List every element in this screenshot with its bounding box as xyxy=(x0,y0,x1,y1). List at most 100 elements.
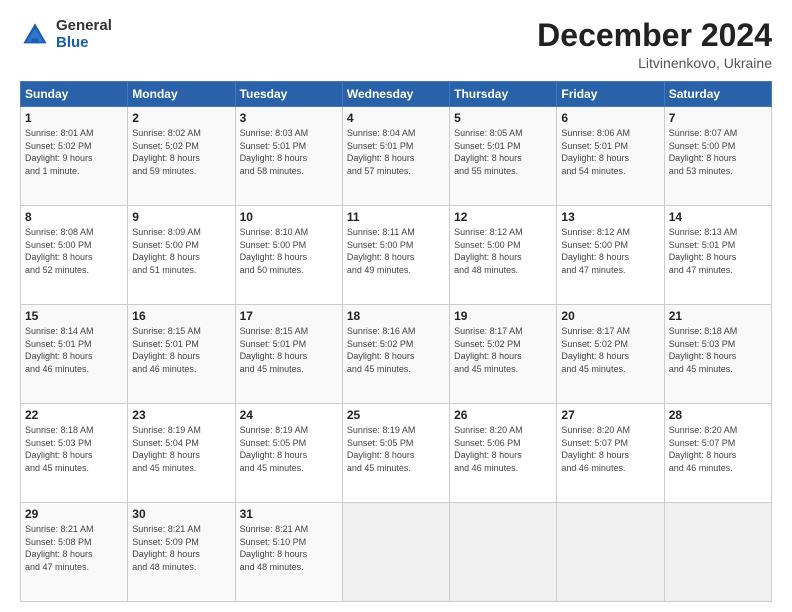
table-row: 19 Sunrise: 8:17 AM Sunset: 5:02 PM Dayli… xyxy=(450,305,557,404)
calendar-table: Sunday Monday Tuesday Wednesday Thursday… xyxy=(20,81,772,602)
day-info: Sunrise: 8:21 AM Sunset: 5:10 PM Dayligh… xyxy=(240,523,338,573)
table-row: 26 Sunrise: 8:20 AM Sunset: 5:06 PM Dayli… xyxy=(450,404,557,503)
table-row: 11Sunrise: 8:11 AM Sunset: 5:00 PM Dayli… xyxy=(342,206,449,305)
day-number: 24 xyxy=(240,408,338,422)
day-number: 10 xyxy=(240,210,338,224)
day-number: 25 xyxy=(347,408,445,422)
day-number: 23 xyxy=(132,408,230,422)
day-info: Sunrise: 8:16 AM Sunset: 5:02 PM Dayligh… xyxy=(347,325,445,375)
day-info: Sunrise: 8:08 AM Sunset: 5:00 PM Dayligh… xyxy=(25,226,123,276)
table-row: 8 Sunrise: 8:08 AM Sunset: 5:00 PM Daylig… xyxy=(21,206,128,305)
day-info: Sunrise: 8:19 AM Sunset: 5:05 PM Dayligh… xyxy=(240,424,338,474)
day-number: 12 xyxy=(454,210,552,224)
day-number: 14 xyxy=(669,210,767,224)
calendar-week-row: 15 Sunrise: 8:14 AM Sunset: 5:01 PM Dayli… xyxy=(21,305,772,404)
day-number: 9 xyxy=(132,210,230,224)
day-info: Sunrise: 8:11 AM Sunset: 5:00 PM Dayligh… xyxy=(347,226,445,276)
calendar-week-row: 8 Sunrise: 8:08 AM Sunset: 5:00 PM Daylig… xyxy=(21,206,772,305)
day-info: Sunrise: 8:14 AM Sunset: 5:01 PM Dayligh… xyxy=(25,325,123,375)
table-row: 14 Sunrise: 8:13 AM Sunset: 5:01 PM Dayli… xyxy=(664,206,771,305)
day-number: 5 xyxy=(454,111,552,125)
header: General Blue December 2024 Litvinenkovo,… xyxy=(20,18,772,71)
day-info: Sunrise: 8:13 AM Sunset: 5:01 PM Dayligh… xyxy=(669,226,767,276)
day-info: Sunrise: 8:02 AM Sunset: 5:02 PM Dayligh… xyxy=(132,127,230,177)
day-number: 30 xyxy=(132,507,230,521)
logo-text: General Blue xyxy=(56,18,112,51)
day-info: Sunrise: 8:01 AM Sunset: 5:02 PM Dayligh… xyxy=(25,127,123,177)
day-number: 3 xyxy=(240,111,338,125)
logo-blue-label: Blue xyxy=(56,35,112,52)
day-info: Sunrise: 8:07 AM Sunset: 5:00 PM Dayligh… xyxy=(669,127,767,177)
day-number: 28 xyxy=(669,408,767,422)
day-info: Sunrise: 8:20 AM Sunset: 5:06 PM Dayligh… xyxy=(454,424,552,474)
table-row: 1 Sunrise: 8:01 AM Sunset: 5:02 PM Daylig… xyxy=(21,107,128,206)
day-number: 26 xyxy=(454,408,552,422)
table-row: 12 Sunrise: 8:12 AM Sunset: 5:00 PM Dayli… xyxy=(450,206,557,305)
table-row: 15 Sunrise: 8:14 AM Sunset: 5:01 PM Dayli… xyxy=(21,305,128,404)
day-number: 20 xyxy=(561,309,659,323)
table-row: 7Sunrise: 8:07 AM Sunset: 5:00 PM Daylig… xyxy=(664,107,771,206)
day-info: Sunrise: 8:18 AM Sunset: 5:03 PM Dayligh… xyxy=(669,325,767,375)
table-row: 5 Sunrise: 8:05 AM Sunset: 5:01 PM Daylig… xyxy=(450,107,557,206)
header-tuesday: Tuesday xyxy=(235,82,342,107)
table-row xyxy=(664,503,771,602)
day-number: 21 xyxy=(669,309,767,323)
day-info: Sunrise: 8:17 AM Sunset: 5:02 PM Dayligh… xyxy=(561,325,659,375)
day-number: 31 xyxy=(240,507,338,521)
day-info: Sunrise: 8:20 AM Sunset: 5:07 PM Dayligh… xyxy=(561,424,659,474)
header-saturday: Saturday xyxy=(664,82,771,107)
day-number: 19 xyxy=(454,309,552,323)
table-row xyxy=(557,503,664,602)
day-number: 16 xyxy=(132,309,230,323)
calendar-week-row: 22Sunrise: 8:18 AM Sunset: 5:03 PM Dayli… xyxy=(21,404,772,503)
day-number: 8 xyxy=(25,210,123,224)
location-title: Litvinenkovo, Ukraine xyxy=(537,55,772,71)
table-row xyxy=(342,503,449,602)
table-row: 6Sunrise: 8:06 AM Sunset: 5:01 PM Daylig… xyxy=(557,107,664,206)
day-info: Sunrise: 8:04 AM Sunset: 5:01 PM Dayligh… xyxy=(347,127,445,177)
day-number: 17 xyxy=(240,309,338,323)
day-info: Sunrise: 8:12 AM Sunset: 5:00 PM Dayligh… xyxy=(561,226,659,276)
day-info: Sunrise: 8:10 AM Sunset: 5:00 PM Dayligh… xyxy=(240,226,338,276)
day-info: Sunrise: 8:03 AM Sunset: 5:01 PM Dayligh… xyxy=(240,127,338,177)
calendar-page: General Blue December 2024 Litvinenkovo,… xyxy=(0,0,792,612)
table-row: 21 Sunrise: 8:18 AM Sunset: 5:03 PM Dayli… xyxy=(664,305,771,404)
weekday-header-row: Sunday Monday Tuesday Wednesday Thursday… xyxy=(21,82,772,107)
table-row: 3 Sunrise: 8:03 AM Sunset: 5:01 PM Daylig… xyxy=(235,107,342,206)
table-row: 4Sunrise: 8:04 AM Sunset: 5:01 PM Daylig… xyxy=(342,107,449,206)
day-info: Sunrise: 8:15 AM Sunset: 5:01 PM Dayligh… xyxy=(240,325,338,375)
table-row: 25Sunrise: 8:19 AM Sunset: 5:05 PM Dayli… xyxy=(342,404,449,503)
day-info: Sunrise: 8:15 AM Sunset: 5:01 PM Dayligh… xyxy=(132,325,230,375)
day-info: Sunrise: 8:05 AM Sunset: 5:01 PM Dayligh… xyxy=(454,127,552,177)
header-sunday: Sunday xyxy=(21,82,128,107)
table-row: 30 Sunrise: 8:21 AM Sunset: 5:09 PM Dayli… xyxy=(128,503,235,602)
header-monday: Monday xyxy=(128,82,235,107)
logo: General Blue xyxy=(20,18,112,51)
table-row: 18 Sunrise: 8:16 AM Sunset: 5:02 PM Dayli… xyxy=(342,305,449,404)
table-row: 16 Sunrise: 8:15 AM Sunset: 5:01 PM Dayli… xyxy=(128,305,235,404)
day-info: Sunrise: 8:06 AM Sunset: 5:01 PM Dayligh… xyxy=(561,127,659,177)
day-number: 15 xyxy=(25,309,123,323)
table-row: 13 Sunrise: 8:12 AM Sunset: 5:00 PM Dayli… xyxy=(557,206,664,305)
table-row: 31 Sunrise: 8:21 AM Sunset: 5:10 PM Dayli… xyxy=(235,503,342,602)
header-friday: Friday xyxy=(557,82,664,107)
day-number: 1 xyxy=(25,111,123,125)
table-row: 29Sunrise: 8:21 AM Sunset: 5:08 PM Dayli… xyxy=(21,503,128,602)
day-info: Sunrise: 8:20 AM Sunset: 5:07 PM Dayligh… xyxy=(669,424,767,474)
day-info: Sunrise: 8:17 AM Sunset: 5:02 PM Dayligh… xyxy=(454,325,552,375)
day-info: Sunrise: 8:12 AM Sunset: 5:00 PM Dayligh… xyxy=(454,226,552,276)
table-row: 20 Sunrise: 8:17 AM Sunset: 5:02 PM Dayli… xyxy=(557,305,664,404)
title-block: December 2024 Litvinenkovo, Ukraine xyxy=(537,18,772,71)
logo-general-label: General xyxy=(56,18,112,35)
table-row: 22Sunrise: 8:18 AM Sunset: 5:03 PM Dayli… xyxy=(21,404,128,503)
table-row: 10 Sunrise: 8:10 AM Sunset: 5:00 PM Dayli… xyxy=(235,206,342,305)
day-number: 13 xyxy=(561,210,659,224)
day-number: 27 xyxy=(561,408,659,422)
day-info: Sunrise: 8:21 AM Sunset: 5:09 PM Dayligh… xyxy=(132,523,230,573)
table-row: 27 Sunrise: 8:20 AM Sunset: 5:07 PM Dayli… xyxy=(557,404,664,503)
logo-icon xyxy=(20,20,50,50)
table-row: 24 Sunrise: 8:19 AM Sunset: 5:05 PM Dayli… xyxy=(235,404,342,503)
day-number: 18 xyxy=(347,309,445,323)
day-number: 2 xyxy=(132,111,230,125)
header-wednesday: Wednesday xyxy=(342,82,449,107)
